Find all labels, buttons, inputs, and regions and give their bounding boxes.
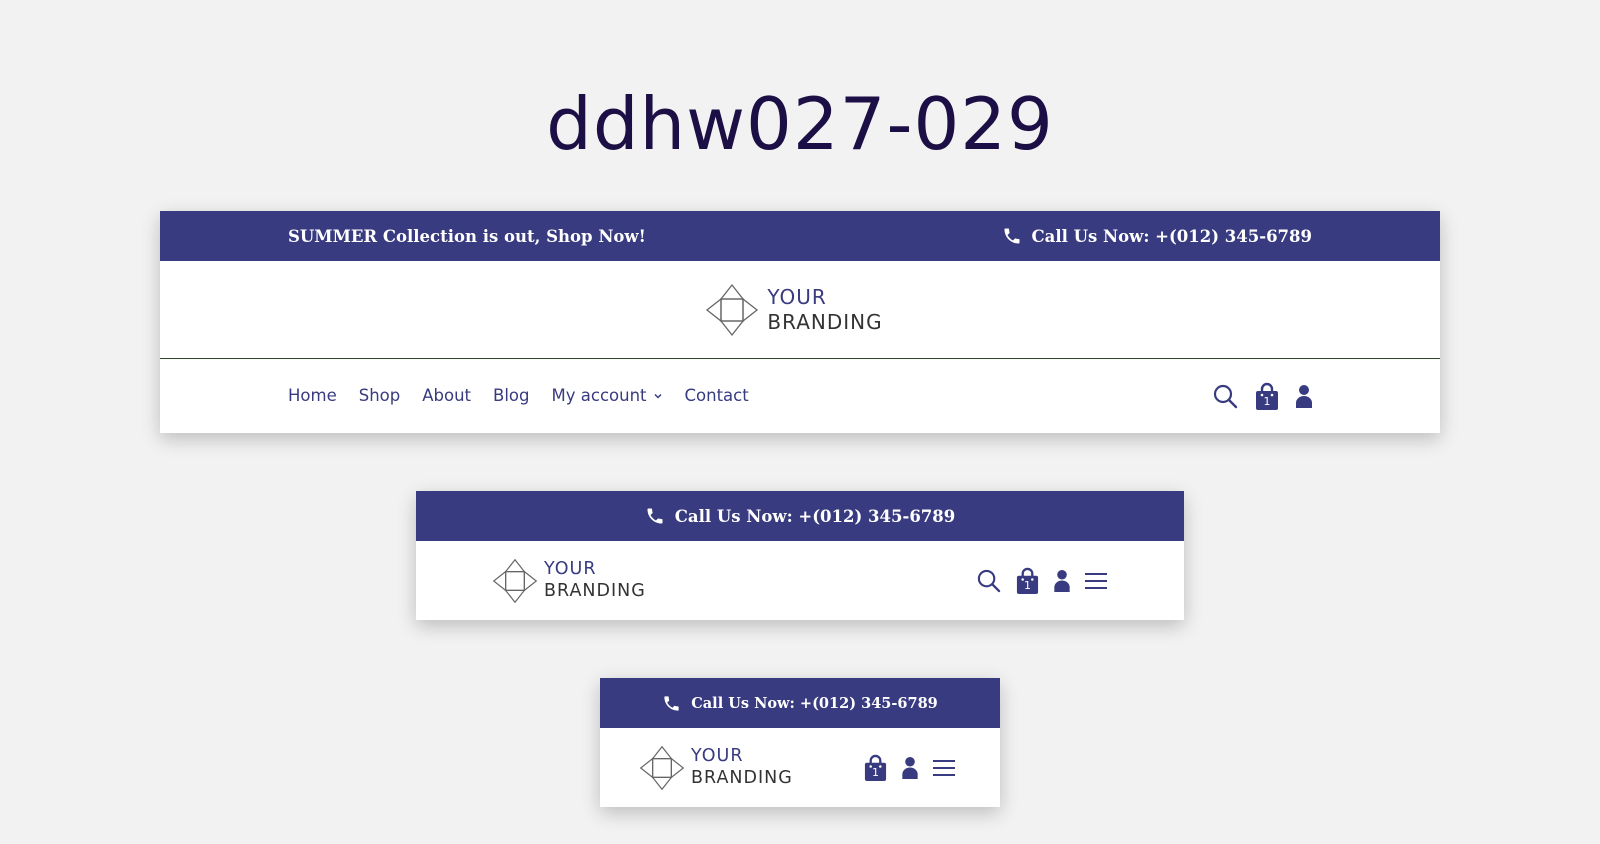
header-tablet: Call Us Now: +(012) 345-6789 YOUR BRANDI… bbox=[416, 491, 1184, 620]
nav-item-home[interactable]: Home bbox=[288, 386, 337, 405]
logo-mark-icon bbox=[706, 283, 759, 336]
logo-line-1: YOUR bbox=[691, 746, 744, 767]
header-icons: 1 bbox=[976, 567, 1108, 594]
header-desktop: SUMMER Collection is out, Shop Now! Call… bbox=[160, 211, 1440, 433]
logo-line-2: BRANDING bbox=[767, 309, 883, 334]
page-title: ddhw027-029 bbox=[546, 82, 1054, 166]
user-icon[interactable] bbox=[1054, 569, 1070, 592]
top-bar: Call Us Now: +(012) 345-6789 bbox=[600, 678, 1000, 728]
logo[interactable]: YOUR BRANDING bbox=[492, 558, 646, 604]
announcement-text[interactable]: SUMMER Collection is out, Shop Now! bbox=[288, 227, 646, 246]
cart-button[interactable]: 1 bbox=[1254, 382, 1280, 410]
phone-contact[interactable]: Call Us Now: +(012) 345-6789 bbox=[645, 506, 956, 526]
nav-label: Contact bbox=[684, 386, 749, 405]
phone-contact[interactable]: Call Us Now: +(012) 345-6789 bbox=[662, 694, 938, 713]
nav-row: Home Shop About Blog My account Contact … bbox=[160, 359, 1440, 432]
hamburger-menu-icon[interactable] bbox=[1084, 571, 1108, 591]
header-icons: 1 bbox=[1212, 382, 1312, 410]
nav-label: Shop bbox=[358, 386, 401, 405]
nav-item-about[interactable]: About bbox=[422, 386, 471, 405]
top-bar: SUMMER Collection is out, Shop Now! Call… bbox=[160, 211, 1440, 261]
user-icon[interactable] bbox=[902, 756, 918, 779]
main-nav: Home Shop About Blog My account Contact bbox=[288, 386, 771, 405]
logo-line-1: YOUR bbox=[767, 285, 827, 310]
nav-label: Home bbox=[288, 386, 337, 405]
logo-line-2: BRANDING bbox=[544, 580, 646, 601]
chevron-down-icon bbox=[653, 393, 662, 399]
nav-item-shop[interactable]: Shop bbox=[359, 386, 401, 405]
logo[interactable]: YOUR BRANDING bbox=[705, 283, 882, 337]
search-icon[interactable] bbox=[976, 568, 1001, 593]
logo-row: YOUR BRANDING bbox=[160, 261, 1440, 359]
user-icon[interactable] bbox=[1296, 384, 1312, 408]
cart-count: 1 bbox=[1263, 394, 1271, 408]
cart-button[interactable]: 1 bbox=[1015, 567, 1040, 594]
nav-item-my-account[interactable]: My account bbox=[552, 386, 663, 405]
logo-mark-icon bbox=[492, 558, 538, 603]
phone-icon bbox=[647, 508, 663, 524]
logo-mark-icon bbox=[639, 745, 685, 790]
nav-item-blog[interactable]: Blog bbox=[493, 386, 529, 405]
phone-text: Call Us Now: +(012) 345-6789 bbox=[1031, 226, 1313, 246]
main-row: YOUR BRANDING 1 bbox=[600, 728, 1000, 807]
header-icons: 1 bbox=[863, 754, 956, 781]
phone-text: Call Us Now: +(012) 345-6789 bbox=[691, 694, 938, 712]
phone-icon bbox=[664, 695, 679, 711]
search-icon[interactable] bbox=[1212, 383, 1238, 409]
logo[interactable]: YOUR BRANDING bbox=[639, 745, 793, 791]
nav-label: Blog bbox=[493, 386, 530, 405]
phone-text: Call Us Now: +(012) 345-6789 bbox=[674, 506, 956, 526]
nav-label: About bbox=[422, 386, 472, 405]
logo-line-1: YOUR bbox=[544, 559, 597, 580]
cart-button[interactable]: 1 bbox=[863, 754, 888, 781]
main-row: YOUR BRANDING 1 bbox=[416, 541, 1184, 620]
nav-item-contact[interactable]: Contact bbox=[685, 386, 749, 405]
top-bar: Call Us Now: +(012) 345-6789 bbox=[416, 491, 1184, 541]
cart-count: 1 bbox=[1024, 579, 1031, 592]
nav-label: My account bbox=[551, 386, 647, 405]
phone-icon bbox=[1004, 228, 1019, 244]
cart-count: 1 bbox=[872, 766, 879, 779]
phone-contact[interactable]: Call Us Now: +(012) 345-6789 bbox=[1002, 226, 1313, 246]
logo-line-2: BRANDING bbox=[691, 767, 793, 788]
hamburger-menu-icon[interactable] bbox=[932, 758, 956, 778]
header-mobile: Call Us Now: +(012) 345-6789 YOUR BRANDI… bbox=[600, 678, 1000, 807]
